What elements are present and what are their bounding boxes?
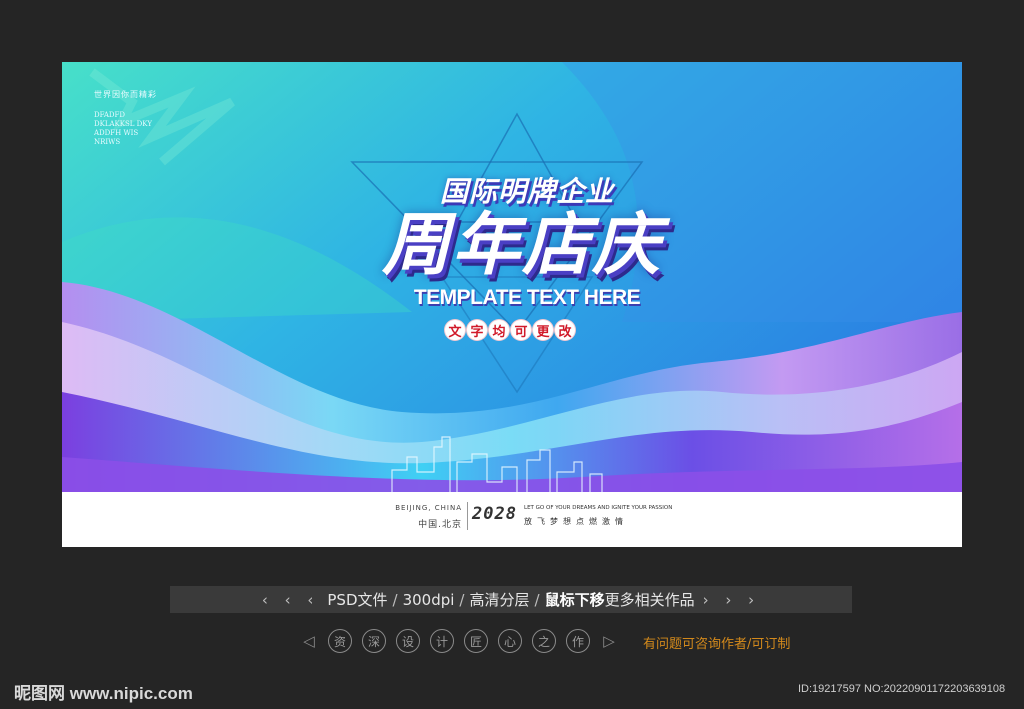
footer-slogan: LET GO OF YOUR DREAMS AND IGNITE YOUR PA…: [524, 505, 672, 527]
badge-char: 设: [396, 629, 420, 653]
prev-triangle-icon[interactable]: ◁: [300, 632, 318, 650]
next-triangle-icon[interactable]: ▷: [600, 632, 618, 650]
headline-english: TEMPLATE TEXT HERE: [413, 286, 641, 309]
pill-char: 改: [555, 320, 575, 340]
right-arrows-icon[interactable]: › › ›: [703, 591, 761, 609]
poster-banner: 世界因你而精彩 DFADFD DKLAKKSL DKY ADDFH WIS NR…: [62, 62, 962, 547]
footer-slogan-cn: 放飞梦想点燃激情: [524, 517, 628, 526]
badge-char: 作: [566, 629, 590, 653]
decorative-tiny-text: 世界因你而精彩 DFADFD DKLAKKSL DKY ADDFH WIS NR…: [94, 90, 157, 147]
tiny-cn-slogan: 世界因你而精彩: [94, 90, 157, 99]
psd-label: PSD文件: [327, 591, 388, 609]
dpi-label: 300dpi: [402, 590, 455, 609]
tiny-en-line: DKLAKKSL DKY: [94, 120, 152, 128]
pill-char: 字: [467, 320, 487, 340]
info-toolbar: ‹ ‹ ‹ PSD文件 / 300dpi / 高清分层 / 鼠标下移 更多相关作…: [170, 586, 852, 613]
badge-char: 计: [430, 629, 454, 653]
footer-location-en: BEIJING, CHINA: [395, 504, 462, 512]
separator: /: [459, 590, 465, 609]
tiny-en-line: NRIWS: [94, 138, 121, 146]
more-works-link[interactable]: 更多相关作品: [605, 589, 695, 610]
tiny-en-line: DFADFD: [94, 111, 125, 119]
pill-char: 均: [489, 320, 509, 340]
mouse-hint: 鼠标下移: [544, 591, 605, 609]
designer-badge-row: ◁ 资 深 设 计 匠 心 之 作 ▷: [300, 628, 618, 654]
banner-footer-strip: BEIJING, CHINA 中国.北京 2028 LET GO OF YOUR…: [62, 492, 962, 547]
contact-author-link[interactable]: 有问题可咨询作者/可订制: [643, 633, 790, 652]
separator: /: [534, 590, 540, 609]
footer-divider: [467, 502, 468, 530]
footer-year: 2028: [472, 504, 517, 524]
left-arrows-icon[interactable]: ‹ ‹ ‹: [262, 591, 320, 609]
separator: /: [392, 590, 398, 609]
footer-location-cn: 中国.北京: [418, 520, 462, 530]
site-logo[interactable]: 昵图网 www.nipic.com: [14, 679, 193, 704]
pill-char: 可: [511, 320, 531, 340]
badge-char: 资: [328, 629, 352, 653]
badge-char: 匠: [464, 629, 488, 653]
pill-char: 文: [445, 320, 465, 340]
headline-subtitle: 国际明牌企业: [439, 175, 614, 208]
pill-char: 更: [533, 320, 553, 340]
badge-char: 之: [532, 629, 556, 653]
tiny-en-line: ADDFH WIS: [94, 129, 139, 137]
editable-note-pills: 文 字 均 可 更 改: [440, 320, 580, 346]
footer-slogan-en: LET GO OF YOUR DREAMS AND IGNITE YOUR PA…: [524, 505, 673, 511]
badge-char: 深: [362, 629, 386, 653]
image-id-text: ID:19217597 NO:20220901172203639108: [798, 683, 1006, 695]
badge-char: 心: [498, 629, 522, 653]
layers-label: 高清分层: [469, 591, 530, 609]
headline-title: 周年店庆: [381, 206, 662, 285]
footer-location: BEIJING, CHINA 中国.北京: [342, 504, 462, 530]
